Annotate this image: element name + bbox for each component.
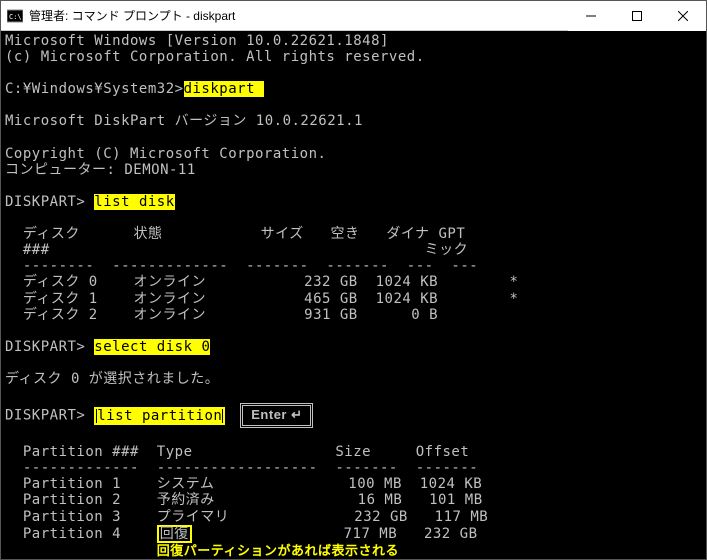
diskpart-version: Microsoft DiskPart バージョン 10.0.22621.1 [5, 113, 363, 129]
maximize-button[interactable] [614, 1, 660, 31]
disk-row-2: ディスク 2 オンライン 931 GB 0 B [5, 307, 438, 323]
diskpart-prompt: DISKPART> [5, 408, 94, 424]
diskpart-computer: コンピューター: DEMON-11 [5, 162, 196, 178]
recovery-highlight: 回復 [157, 525, 192, 543]
disk-row-1: ディスク 1 オンライン 465 GB 1024 KB * [5, 291, 518, 307]
disk-row-0: ディスク 0 オンライン 232 GB 1024 KB * [5, 274, 518, 290]
window-title: 管理者: コマンド プロンプト - diskpart [29, 7, 568, 24]
titlebar[interactable]: C:\ 管理者: コマンド プロンプト - diskpart [1, 1, 706, 31]
diskpart-prompt: DISKPART> [5, 339, 94, 355]
enter-key-badge: Enter ↵ [240, 403, 313, 428]
partition-row-2: Partition 2 予約済み 16 MB 101 MB [5, 492, 483, 508]
cmd-list-disk: list disk [94, 194, 174, 210]
partition-row-4-type: 回復 [160, 526, 189, 542]
diskpart-prompt: DISKPART> [5, 194, 94, 210]
partition-row-4-post: 717 MB 232 GB [192, 526, 478, 542]
window-controls [568, 1, 706, 31]
partition-header: Partition ### Type Size Offset [5, 444, 469, 460]
prompt-path: C:¥Windows¥System32> [5, 81, 184, 97]
terminal-icon: C:\ [7, 8, 23, 24]
cmd-select-disk: select disk 0 [94, 339, 210, 355]
minimize-button[interactable] [568, 1, 614, 31]
terminal-body[interactable]: Microsoft Windows [Version 10.0.22621.18… [1, 31, 706, 559]
cmd-list-partition: list partition [97, 408, 222, 424]
disk-divider: -------- ------------- ------- ------- -… [5, 258, 478, 274]
os-version-line: Microsoft Windows [Version 10.0.22621.18… [5, 33, 389, 49]
disk-header: ディスク 状態 サイズ 空き ダイナ GPT [5, 226, 465, 242]
cmd-diskpart: diskpart [184, 81, 264, 97]
close-button[interactable] [660, 1, 706, 31]
partition-row-1: Partition 1 システム 100 MB 1024 KB [5, 476, 482, 492]
partition-divider: ------------- ------------------ -------… [5, 460, 478, 476]
partition-row-4-pre: Partition 4 [5, 526, 157, 542]
partition-row-3: Partition 3 プライマリ 232 GB 117 MB [5, 509, 488, 525]
select-result: ディスク 0 が選択されました。 [5, 371, 219, 387]
copyright-line: (c) Microsoft Corporation. All rights re… [5, 49, 425, 65]
disk-header2: ### ミック [5, 242, 468, 258]
cmd-list-partition-box: list partition [94, 407, 225, 425]
diskpart-copyright: Copyright (C) Microsoft Corporation. [5, 146, 326, 162]
annotation-text: 回復パーティションがあれば表示される [157, 543, 399, 558]
window-frame: C:\ 管理者: コマンド プロンプト - diskpart Microsoft… [0, 0, 707, 560]
svg-text:C:\: C:\ [9, 13, 22, 21]
